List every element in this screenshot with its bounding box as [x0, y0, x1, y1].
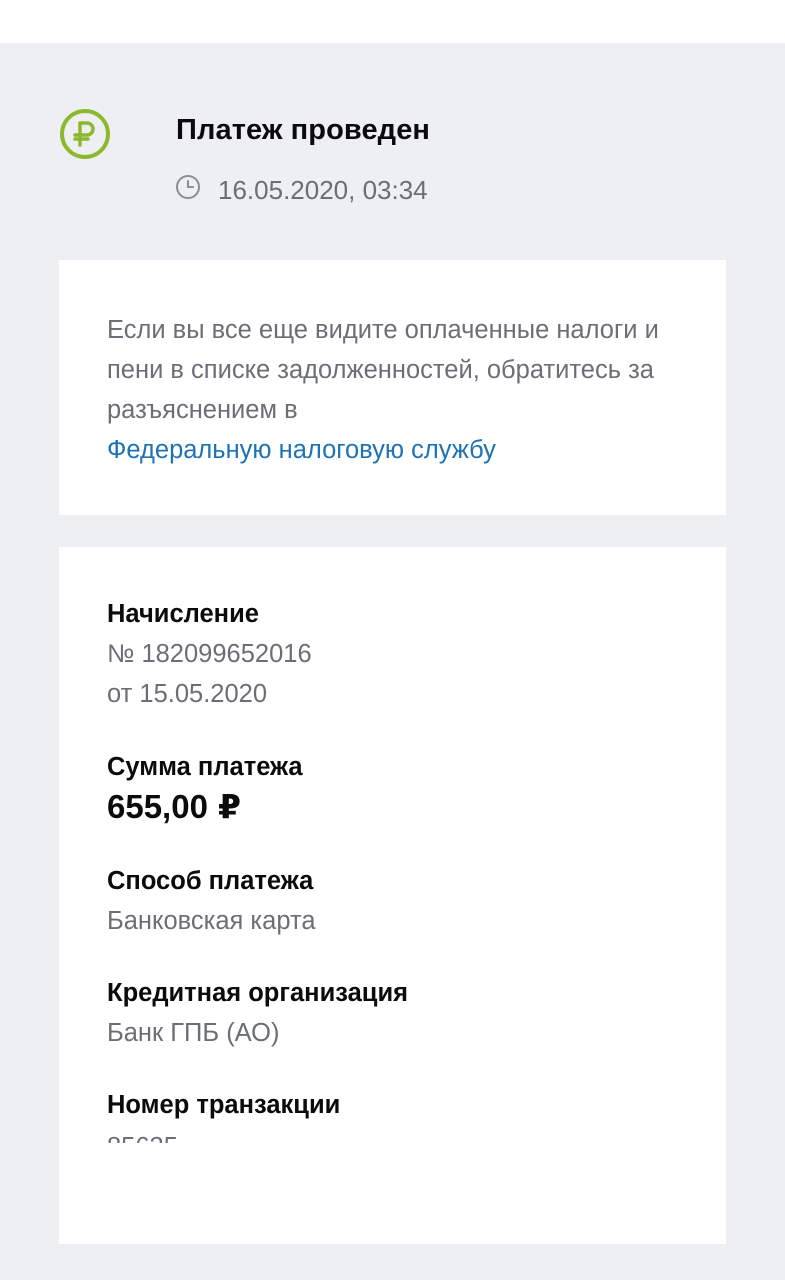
ruble-sign: ₽	[217, 788, 241, 825]
accrual-date: от 15.05.2020	[107, 680, 268, 708]
top-bar	[0, 0, 785, 43]
clock-icon	[176, 175, 200, 199]
method-value: Банковская карта	[107, 907, 316, 935]
accrual-number: № 182099652016	[107, 640, 312, 668]
bank-label: Кредитная организация	[107, 979, 409, 1007]
bank-value: Банк ГПБ (АО)	[107, 1019, 280, 1047]
info-text: Если вы все еще видите оплаченные налоги…	[107, 310, 697, 470]
accrual-label: Начисление	[107, 600, 259, 628]
info-message: Если вы все еще видите оплаченные налоги…	[107, 316, 659, 424]
transaction-value-clip: 85635	[107, 1134, 178, 1143]
amount-value: 655,00	[107, 788, 208, 825]
payment-amount: 655,00 ₽	[107, 787, 241, 826]
transaction-value: 85635	[107, 1134, 178, 1143]
status-title: Платеж проведен	[176, 114, 431, 146]
info-card: Если вы все еще видите оплаченные налоги…	[59, 260, 726, 515]
payment-datetime: 16.05.2020, 03:34	[218, 175, 428, 205]
method-label: Способ платежа	[107, 867, 314, 895]
ruble-circle-icon	[60, 109, 110, 159]
fns-link[interactable]: Федеральную налоговую службу	[107, 436, 496, 464]
details-card: Начисление № 182099652016 от 15.05.2020 …	[59, 547, 726, 1244]
transaction-label: Номер транзакции	[107, 1091, 341, 1119]
amount-label: Сумма платежа	[107, 753, 303, 781]
